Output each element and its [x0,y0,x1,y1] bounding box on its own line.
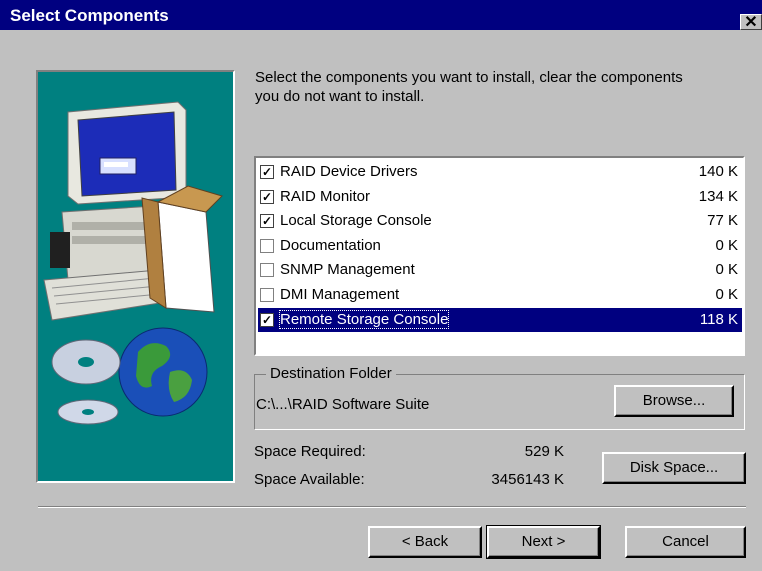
component-size: 134 K [698,187,738,205]
component-row[interactable]: ✓ Local Storage Console 77 K [258,209,742,233]
component-label: DMI Management [280,286,400,303]
component-size: 0 K [715,261,738,279]
cancel-button-label: Cancel [662,533,709,550]
instructions-text: Select the components you want to instal… [255,69,683,105]
component-label: RAID Device Drivers [280,163,418,180]
component-size: 77 K [707,212,738,230]
component-checkbox[interactable]: ✓ [260,165,274,179]
component-row[interactable]: DMI Management 0 K [258,283,742,307]
separator-highlight [38,507,746,508]
space-required-value: 529 K [524,443,564,460]
component-row[interactable]: ✓ Remote Storage Console 118 K [258,307,742,332]
component-size: 0 K [715,236,738,254]
component-label: RAID Monitor [280,187,371,205]
component-row[interactable]: ✓ RAID Monitor 134 K [258,185,742,209]
component-label: Remote Storage Console [278,309,450,329]
disk-space-button[interactable]: Disk Space... [602,452,746,484]
component-size: 118 K [699,310,738,328]
component-checkbox[interactable] [260,263,274,278]
back-button-label: < Back [401,533,449,550]
component-label: Documentation [280,236,381,254]
component-checkbox[interactable] [260,238,274,253]
component-row[interactable]: ✓ RAID Device Drivers 140 K [258,160,742,184]
component-size: 0 K [715,286,738,303]
component-row[interactable]: Documentation 0 K [258,234,742,258]
next-button-label: Next > [521,533,566,550]
back-button[interactable]: < Back [368,526,482,558]
component-size: 140 K [698,163,738,180]
close-button[interactable]: ✕ [740,14,762,31]
disk-space-button-label: Disk Space... [629,459,719,476]
component-row[interactable]: SNMP Management 0 K [258,258,742,282]
setup-illustration [36,70,235,483]
window-title: Select Components [10,6,169,25]
space-available-label: Space Available: [254,471,365,488]
destination-folder-label: Destination Folder [266,365,396,382]
browse-button-label: Browse... [642,392,706,409]
browse-button[interactable]: Browse... [614,385,734,417]
title-bar: Select Components [0,0,762,30]
computer-and-globe-illustration [43,101,223,425]
space-required-label: Space Required: [254,443,366,460]
component-label: Local Storage Console [280,212,432,230]
components-list[interactable]: ✓ RAID Device Drivers 140 K ✓ RAID Monitor 13… [254,156,745,356]
component-checkbox[interactable]: ✓ [260,312,274,327]
cancel-button[interactable]: Cancel [625,526,746,558]
destination-path: C:\...\RAID Software Suite [256,396,430,413]
next-button[interactable]: Next > [486,525,601,559]
component-checkbox[interactable]: ✓ [260,189,274,204]
component-checkbox[interactable] [260,288,274,302]
space-available-value: 3456143 K [491,471,564,488]
component-checkbox[interactable]: ✓ [260,214,274,229]
component-label: SNMP Management [280,261,415,279]
